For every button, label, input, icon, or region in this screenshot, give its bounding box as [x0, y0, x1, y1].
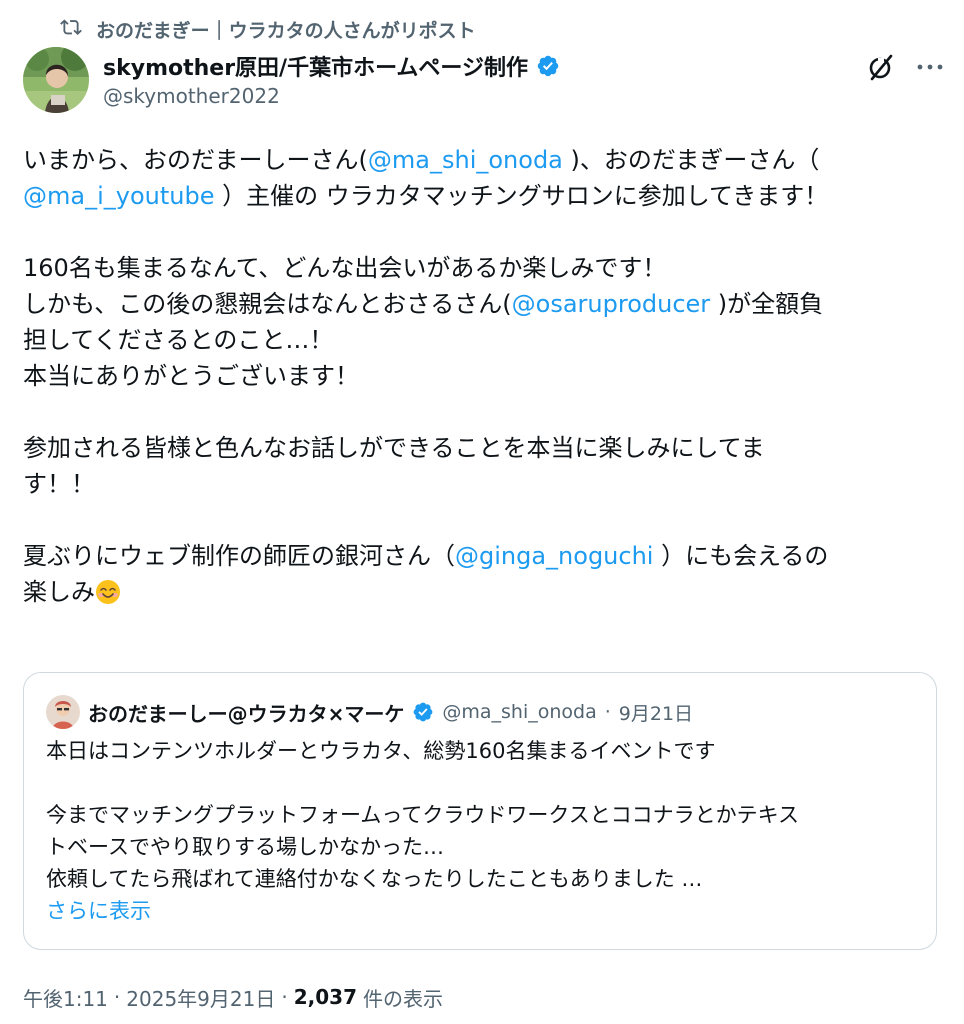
text-segment: )、おのだまぎーさん（: [562, 146, 820, 174]
text-segment: 楽しみ: [23, 578, 95, 606]
tweet-text: いまから、おのだまーしーさん(@ma_shi_onoda )、おのだまぎーさん（…: [23, 142, 938, 610]
quote-line: 依頼してたら飛ばれて連絡付かなくなったりしたこともありました …: [46, 867, 703, 891]
text-segment: しかも、この後の懇親会はなんとおさるさん(: [23, 290, 512, 318]
quote-date[interactable]: 9月21日: [619, 699, 693, 726]
smiling-face-emoji: [95, 579, 121, 605]
tweet-line: しかも、この後の懇親会はなんとおさるさん(@osaruproducer )が全額…: [23, 286, 938, 322]
repost-text: おのだまぎー｜ウラカタの人さんがリポスト: [96, 19, 476, 42]
repost-indicator[interactable]: おのだまぎー｜ウラカタの人さんがリポスト: [60, 14, 476, 44]
text-segment: 夏ぶりにウェブ制作の師匠の銀河さん（: [23, 542, 455, 570]
views-count: 2,037: [293, 985, 357, 1009]
tweet-line: いまから、おのだまーしーさん(@ma_shi_onoda )、おのだまぎーさん（: [23, 142, 938, 178]
text-segment: ）にも会えるの: [653, 542, 829, 570]
quote-line: 今までマッチングプラットフォームってクラウドワークスとココナラとかテキス: [46, 803, 800, 827]
show-more-link[interactable]: さらに表示: [46, 895, 926, 927]
tweet-line: 担してくださるとのこと…！: [23, 326, 334, 354]
tweet-meta: 午後1:11 · 2025年9月21日 · 2,037 件の表示: [23, 980, 443, 1014]
quote-line: 本日はコンテンツホルダーとウラカタ、総勢160名集まるイベントです: [46, 739, 716, 763]
quote-avatar[interactable]: [46, 695, 80, 729]
tweet-line: 参加される皆様と色んなお話しができることを本当に楽しみにしてま: [23, 434, 765, 462]
tweet-date[interactable]: 2025年9月21日: [126, 983, 275, 1012]
author-avatar[interactable]: [23, 47, 89, 113]
more-icon[interactable]: [913, 54, 947, 80]
quote-text: 本日はコンテンツホルダーとウラカタ、総勢160名集まるイベントです 今までマッチ…: [46, 735, 926, 927]
views-label: 件の表示: [362, 986, 443, 1011]
grok-icon[interactable]: [866, 52, 896, 82]
tweet-line: @ma_i_youtube ）主催の ウラカタマッチングサロンに参加してきます！: [23, 178, 938, 214]
text-segment: ）主催の ウラカタマッチングサロンに参加してきます！: [214, 182, 829, 210]
mention-link[interactable]: @osaruproducer: [512, 290, 711, 318]
tweet-time[interactable]: 午後1:11: [23, 983, 108, 1012]
separator-dot: ·: [604, 701, 611, 723]
author-info: skymother原田/千葉市ホームページ制作 @skymother2022: [103, 50, 560, 108]
mention-link[interactable]: @ma_shi_onoda: [368, 146, 563, 174]
verified-badge-icon: [412, 701, 434, 723]
mention-link[interactable]: @ginga_noguchi: [455, 542, 653, 570]
text-segment: )が全額負: [710, 290, 824, 318]
tweet-line: 本当にありがとうございます！: [23, 362, 359, 390]
separator-dot: ·: [113, 985, 121, 1009]
quote-line: トベースでやり取りする場しかなかった…: [46, 835, 444, 859]
repost-icon: [60, 16, 82, 43]
tweet-line: 楽しみ: [23, 574, 938, 610]
separator-dot: ·: [281, 985, 288, 1009]
quote-author-handle[interactable]: @ma_shi_onoda: [442, 701, 596, 723]
text-segment: いまから、おのだまーしーさん(: [23, 146, 368, 174]
tweet-line: 160名も集まるなんて、どんな出会いがあるか楽しみです！: [23, 254, 667, 282]
author-handle[interactable]: @skymother2022: [103, 84, 560, 108]
quoted-tweet-card[interactable]: おのだまーしー@ウラカタ×マーケ @ma_shi_onoda · 9月21日 本…: [23, 672, 937, 950]
tweet-line: す！！: [23, 470, 95, 498]
mention-link[interactable]: @ma_i_youtube: [23, 182, 214, 210]
verified-badge-icon[interactable]: [536, 54, 560, 78]
quote-header: おのだまーしー@ウラカタ×マーケ @ma_shi_onoda · 9月21日: [46, 695, 693, 729]
author-name[interactable]: skymother原田/千葉市ホームページ制作: [103, 50, 528, 82]
quote-author-name[interactable]: おのだまーしー@ウラカタ×マーケ: [88, 698, 404, 727]
tweet-line: 夏ぶりにウェブ制作の師匠の銀河さん（@ginga_noguchi ）にも会えるの: [23, 538, 938, 574]
